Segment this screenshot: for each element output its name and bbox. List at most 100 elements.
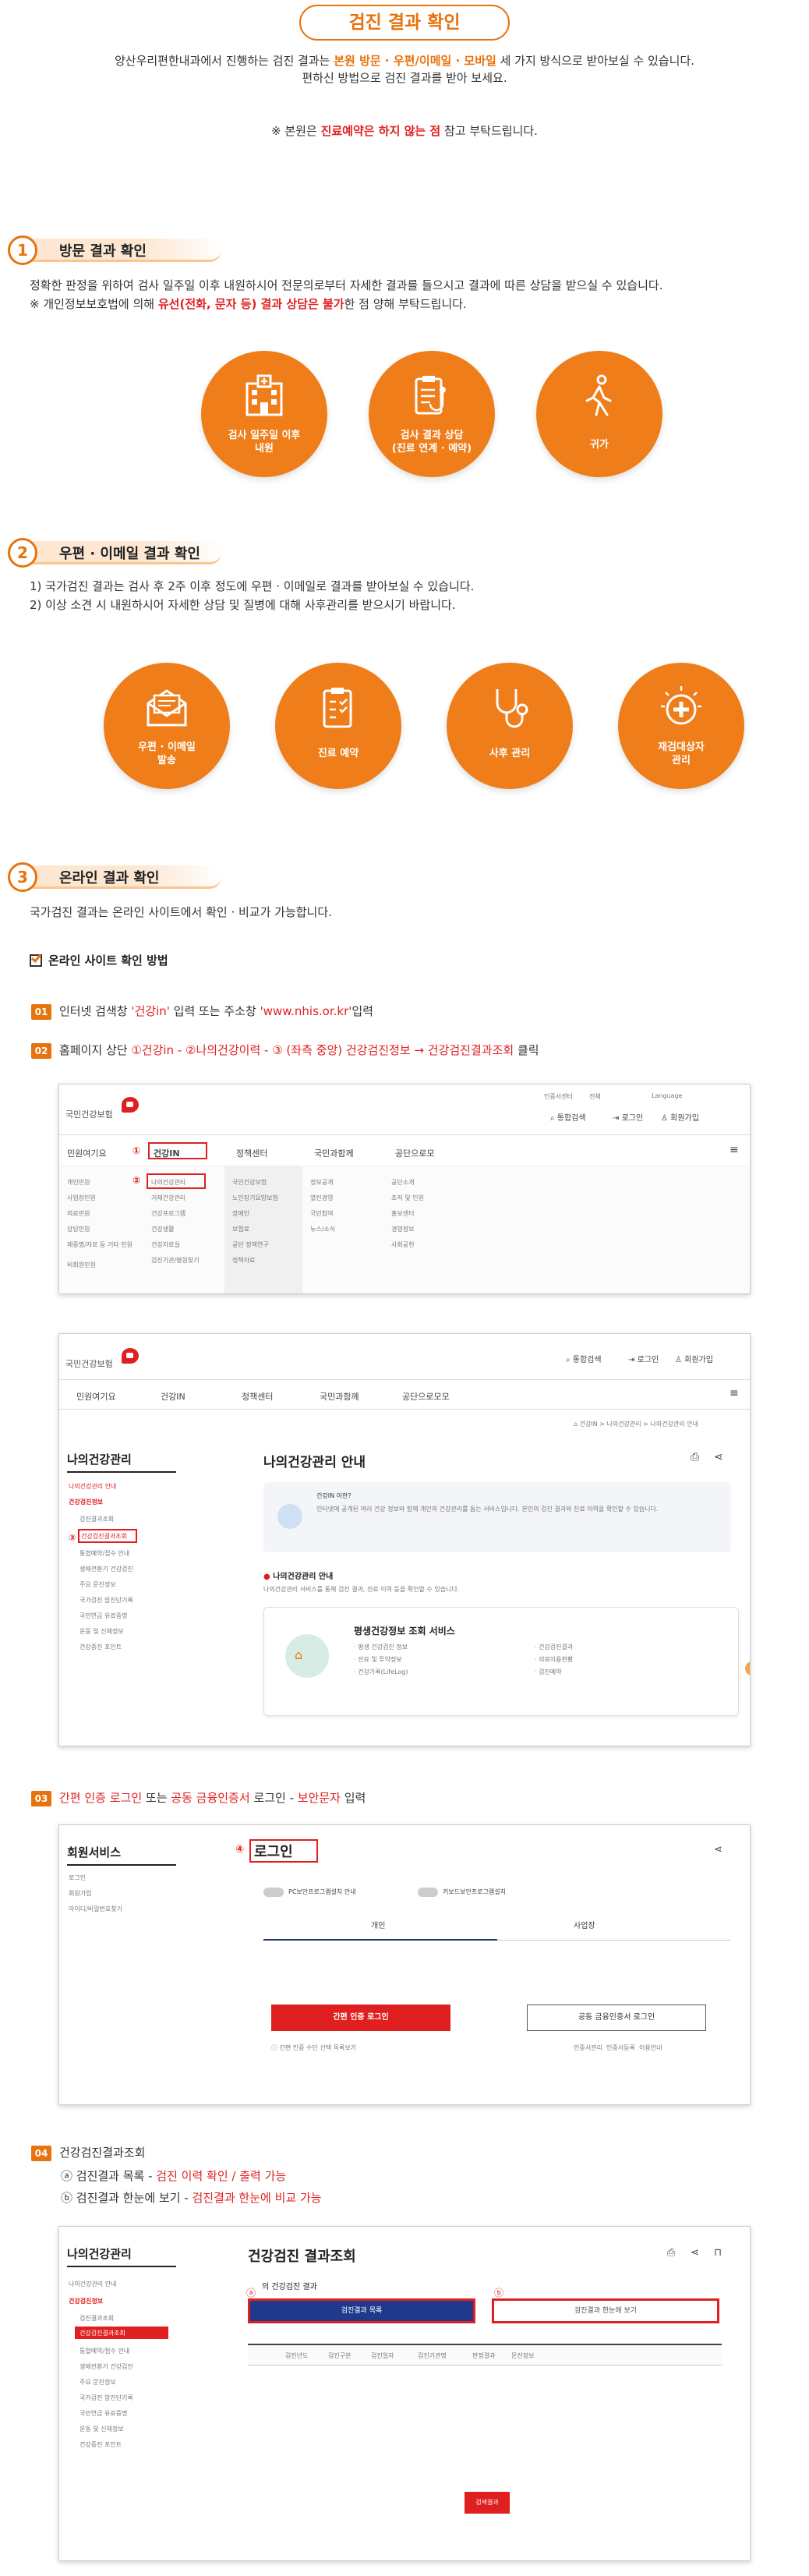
menu-link[interactable]: 국민건강보험: [232, 1178, 267, 1187]
menu-link[interactable]: 제증명/자료 등 기타 민원: [67, 1240, 132, 1249]
login-link[interactable]: ⇥ 로그인: [628, 1353, 659, 1364]
sidebar-item[interactable]: 운동 및 신체정보: [79, 1627, 124, 1636]
menu-link[interactable]: 공단소개: [391, 1178, 414, 1187]
sidebar-item[interactable]: 생애전환기 건강검진: [79, 1565, 133, 1573]
search-link[interactable]: ⌕ 통합검색: [566, 1353, 602, 1364]
card-item[interactable]: · 진료 및 투약정보: [354, 1655, 402, 1664]
sidebar-item[interactable]: 검진결과조회: [79, 1515, 114, 1523]
nav-item[interactable]: 건강IN: [161, 1390, 185, 1403]
card-item[interactable]: · 건강기록(LifeLog): [354, 1668, 408, 1676]
nav-item[interactable]: 민원여기요: [67, 1147, 107, 1159]
menu-link-my-health[interactable]: 나의건강관리: [151, 1178, 185, 1187]
sidebar-item[interactable]: 국가검진 암진단기록: [79, 1596, 133, 1605]
menu-link[interactable]: 경영정보: [391, 1225, 414, 1233]
sidebar-item[interactable]: 국민연금 유료증명: [79, 1612, 127, 1620]
login-link[interactable]: ⇥ 로그인: [613, 1111, 643, 1123]
toggle-keyboard-security[interactable]: [418, 1888, 438, 1897]
sidebar-item[interactable]: 국민연금 유료증명: [79, 2409, 127, 2418]
nav-item[interactable]: 정책센터: [242, 1390, 273, 1403]
sidebar-item[interactable]: 운동 및 신체정보: [79, 2425, 124, 2433]
certificate-login-button[interactable]: 공동 금융인증서 로그인: [527, 2005, 706, 2031]
menu-link[interactable]: 건강프로그램: [151, 1209, 185, 1218]
nav-item[interactable]: 정책센터: [236, 1147, 267, 1159]
share-icon[interactable]: ⋖: [714, 1451, 723, 1463]
menu-link[interactable]: 열린경영: [310, 1194, 333, 1202]
sidebar-item[interactable]: 통합예약/접수 안내: [79, 2347, 129, 2355]
sidebar-item[interactable]: 건강증진 포인트: [79, 1643, 122, 1651]
toggle-pc-security[interactable]: [263, 1888, 284, 1897]
print-icon[interactable]: ⎙: [691, 1451, 699, 1463]
nav-item[interactable]: 민원여기요: [76, 1390, 116, 1403]
sidebar-item[interactable]: 회원가입: [69, 1889, 91, 1898]
sidebar-item[interactable]: 생애전환기 건강검진: [79, 2362, 133, 2371]
hamburger-icon[interactable]: ≡: [730, 1387, 739, 1399]
sidebar-item[interactable]: 나의건강관리 안내: [69, 1482, 116, 1491]
menu-link[interactable]: 정보공개: [310, 1178, 333, 1187]
sidebar-item-active[interactable]: 건강검진결과조회: [79, 2329, 125, 2337]
menu-link[interactable]: 의료민원: [67, 1209, 90, 1218]
menu-link[interactable]: 비회원민원: [67, 1261, 96, 1269]
sidebar-item[interactable]: 주요 문진정보: [79, 1580, 116, 1589]
stethoscope-icon: [496, 689, 528, 728]
menu-link[interactable]: 거제건강관리: [151, 1194, 185, 1202]
search-result-button[interactable]: 검색결과: [465, 2492, 510, 2514]
menu-link[interactable]: 건강생활: [151, 1225, 174, 1233]
sidebar-item[interactable]: 통합예약/접수 안내: [79, 1549, 129, 1558]
menu-link[interactable]: 공단 정책연구: [232, 1240, 269, 1249]
scroll-handle[interactable]: [745, 1661, 750, 1675]
card-item[interactable]: · 건강검진결과: [535, 1643, 573, 1651]
result-overview-button[interactable]: 검진결과 한눈에 보기: [492, 2298, 719, 2323]
cert-link[interactable]: 인증서등록: [606, 2043, 635, 2052]
menu-link[interactable]: 검진기관/병원찾기: [151, 1256, 200, 1265]
card-item[interactable]: · 평생 건강검진 정보: [354, 1643, 408, 1651]
auth-note[interactable]: ⓘ 간편 인증 수단 선택 목록보기: [271, 2043, 356, 2052]
nav-item[interactable]: 국민과함께: [320, 1390, 359, 1403]
nav-item[interactable]: 국민과함께: [314, 1147, 354, 1159]
menu-link[interactable]: 장애인: [232, 1209, 249, 1218]
sidebar-item-checkup-info[interactable]: 건강검진정보: [69, 1498, 103, 1506]
share-icon[interactable]: ⋖: [691, 2247, 699, 2259]
card-item[interactable]: · 검진예약: [535, 1668, 562, 1676]
tab-business[interactable]: 사업장: [574, 1919, 595, 1930]
menu-link[interactable]: 사회공헌: [391, 1240, 414, 1249]
menu-link[interactable]: 상담민원: [67, 1225, 90, 1233]
search-link[interactable]: ⌕ 통합검색: [550, 1111, 586, 1123]
tab-personal[interactable]: 개인: [371, 1919, 385, 1930]
signup-link[interactable]: ♙ 회원가입: [675, 1353, 713, 1364]
sidebar-item-checkup-result[interactable]: 건강검진결과조회: [81, 1532, 127, 1541]
menu-link[interactable]: 조직 및 인원: [391, 1194, 424, 1202]
cert-link[interactable]: 이용안내: [639, 2043, 662, 2052]
util-link[interactable]: 인증서센터: [544, 1092, 573, 1101]
menu-link[interactable]: 사업장민원: [67, 1194, 96, 1202]
result-list-button[interactable]: 검진결과 목록: [248, 2298, 475, 2323]
hamburger-icon[interactable]: ≡: [730, 1144, 739, 1156]
menu-link[interactable]: 국민참여: [310, 1209, 333, 1218]
menu-link[interactable]: 보험료: [232, 1225, 249, 1233]
util-link[interactable]: Language: [652, 1092, 682, 1099]
util-link[interactable]: 전체: [589, 1092, 601, 1101]
menu-link[interactable]: 홍보센터: [391, 1209, 414, 1218]
nav-item[interactable]: 공단으로모: [395, 1147, 435, 1159]
nav-item[interactable]: 공단으로모모: [402, 1390, 450, 1403]
sidebar-item[interactable]: 아이디/비밀번호찾기: [69, 1905, 122, 1913]
cert-link[interactable]: 인증서관리: [574, 2043, 602, 2052]
menu-link[interactable]: 뉴스/소식: [310, 1225, 335, 1233]
sidebar-item[interactable]: 건강검진정보: [69, 2297, 103, 2305]
card-item[interactable]: · 의료이용현황: [535, 1655, 573, 1664]
sidebar-item[interactable]: 검진결과조회: [79, 2314, 114, 2323]
menu-link[interactable]: 개인민원: [67, 1178, 90, 1187]
share-icon[interactable]: ⋖: [714, 1844, 722, 1856]
signup-link[interactable]: ♙ 회원가입: [661, 1111, 699, 1123]
bookmark-icon[interactable]: ⊓: [714, 2247, 722, 2259]
sidebar-item[interactable]: 국가검진 암진단기록: [79, 2394, 133, 2402]
step-02: 02 홈페이지 상단 ①건강in - ②나의건강이력 - ③ (좌측 중앙) 건강…: [31, 1042, 539, 1059]
sidebar-item[interactable]: 주요 문진정보: [79, 2378, 116, 2387]
sidebar-item[interactable]: 나의건강관리 안내: [69, 2280, 116, 2288]
menu-link[interactable]: 정책자료: [232, 1256, 255, 1265]
menu-link[interactable]: 노인장기요양보험: [232, 1194, 278, 1202]
sidebar-item[interactable]: 로그인: [69, 1874, 86, 1882]
print-icon[interactable]: ⎙: [667, 2247, 675, 2259]
sidebar-item[interactable]: 건강증진 포인트: [79, 2440, 122, 2449]
menu-link[interactable]: 건강자료실: [151, 1240, 180, 1249]
simple-auth-login-button[interactable]: 간편 인증 로그인: [271, 2005, 450, 2031]
